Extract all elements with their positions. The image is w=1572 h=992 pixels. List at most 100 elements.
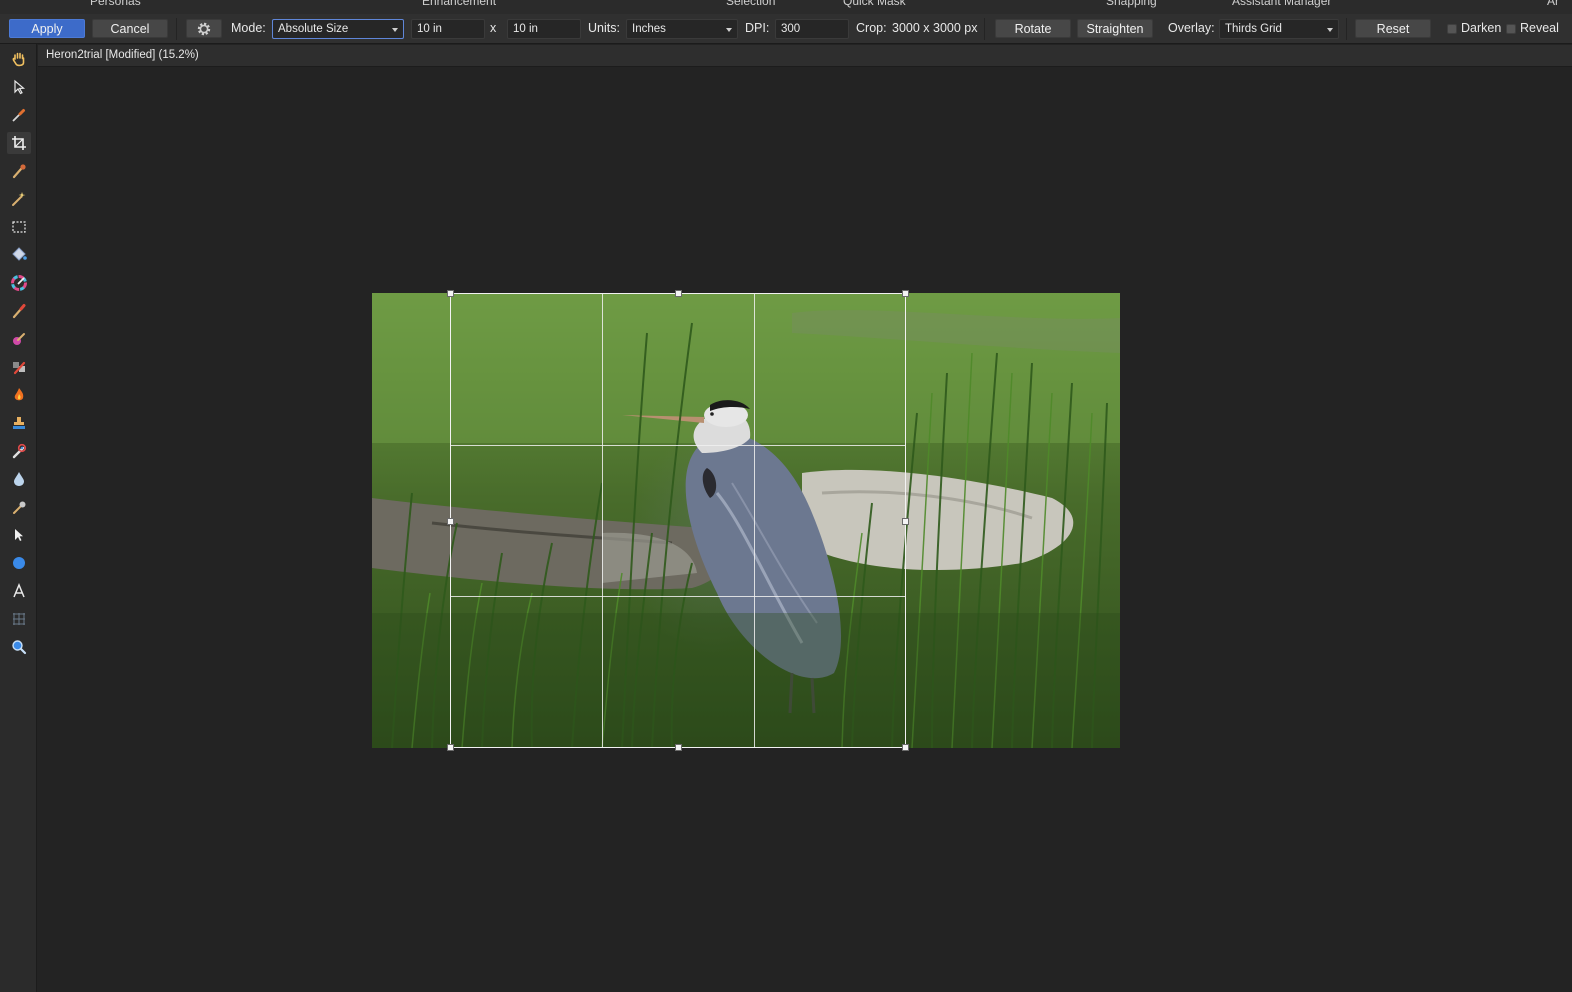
text-tool[interactable] (7, 580, 31, 602)
paintbrush-icon (12, 304, 26, 319)
node-tool[interactable] (7, 524, 31, 546)
app-window: Personas Enhancement Selection Quick Mas… (0, 0, 1572, 992)
reveal-label: Reveal (1520, 21, 1559, 35)
healing-tool[interactable] (7, 440, 31, 462)
flood-select-tool[interactable] (7, 188, 31, 210)
crop-tool[interactable] (7, 132, 31, 154)
mode-select[interactable]: Absolute Size (272, 19, 404, 39)
mode-label: Mode: (231, 21, 266, 35)
gear-icon (197, 22, 211, 36)
document-tab[interactable]: Heron2trial [Modified] (15.2%) (38, 45, 1572, 67)
crop-size-readout: 3000 x 3000 px (892, 21, 978, 35)
magnifier-icon (12, 640, 27, 655)
studio-item-ar[interactable]: Ar (1547, 0, 1559, 8)
stamp-icon (13, 417, 25, 429)
hand-icon (12, 52, 25, 67)
reveal-checkbox[interactable] (1506, 24, 1516, 34)
smudge-icon (13, 501, 26, 514)
reset-button[interactable]: Reset (1355, 19, 1431, 38)
marquee-tool[interactable] (7, 216, 31, 238)
bandage-icon (12, 443, 27, 459)
chevron-down-icon (726, 28, 732, 32)
darken-label: Darken (1461, 21, 1502, 35)
toolbar-separator (1346, 18, 1347, 40)
crop-handle-right[interactable] (902, 518, 909, 525)
color-brush-icon (13, 333, 25, 345)
crop-rectangle[interactable] (447, 290, 909, 751)
crop-handle-bottom[interactable] (675, 744, 682, 751)
mode-select-value: Absolute Size (278, 23, 349, 35)
clone-tool[interactable] (7, 412, 31, 434)
context-toolbar: Apply Cancel Mode: Absolute Size 10 in x… (0, 14, 1572, 44)
node-pointer-icon (15, 529, 23, 541)
thirds-grid-line (754, 294, 755, 747)
studio-item-snapping[interactable]: Snapping (1106, 0, 1157, 8)
mesh-warp-tool[interactable] (7, 608, 31, 630)
rotate-button[interactable]: Rotate (995, 19, 1071, 38)
flood-fill-tool[interactable] (7, 244, 31, 266)
erase-brush-tool[interactable] (7, 356, 31, 378)
crop-label: Crop: (856, 21, 887, 35)
text-icon (13, 583, 25, 598)
overlay-select-value: Thirds Grid (1225, 23, 1282, 35)
dodge-burn-tool[interactable] (7, 384, 31, 406)
crop-icon (12, 136, 26, 150)
height-field[interactable]: 10 in (507, 19, 581, 39)
ellipse-icon (13, 557, 25, 569)
toolbar-separator (176, 18, 177, 40)
studio-bar: Personas Enhancement Selection Quick Mas… (0, 0, 1572, 14)
view-tool[interactable] (7, 48, 31, 70)
crop-handle-bottom-left[interactable] (447, 744, 454, 751)
toolbar-separator (984, 18, 985, 40)
dpi-field[interactable]: 300 (775, 19, 849, 39)
color-replacement-tool[interactable] (7, 328, 31, 350)
units-label: Units: (588, 21, 620, 35)
shape-tool[interactable] (7, 552, 31, 574)
crop-handle-left[interactable] (447, 518, 454, 525)
studio-item-quick-mask[interactable]: Quick Mask (843, 0, 906, 8)
studio-item-selection[interactable]: Selection (726, 0, 775, 8)
paint-brush-tool[interactable] (7, 300, 31, 322)
crop-handle-top-left[interactable] (447, 290, 454, 297)
gradient-tool[interactable] (7, 272, 31, 294)
selection-brush-tool[interactable] (7, 160, 31, 182)
paint-bucket-icon (12, 247, 27, 261)
move-tool[interactable] (7, 76, 31, 98)
settings-button[interactable] (186, 19, 222, 38)
times-label: x (490, 21, 497, 35)
marquee-icon (12, 221, 26, 233)
crop-handle-top[interactable] (675, 290, 682, 297)
magic-wand-icon (12, 192, 26, 206)
crop-handle-bottom-right[interactable] (902, 744, 909, 751)
overlay-select[interactable]: Thirds Grid (1219, 19, 1339, 39)
darken-checkbox[interactable] (1447, 24, 1457, 34)
eyedropper-icon (12, 109, 25, 122)
cancel-button[interactable]: Cancel (92, 19, 168, 38)
document-tab-title: Heron2trial [Modified] (15.2%) (46, 49, 199, 61)
thirds-grid-line (451, 596, 905, 597)
zoom-tool[interactable] (7, 636, 31, 658)
dpi-label: DPI: (745, 21, 770, 35)
studio-item-assistant-manager[interactable]: Assistant Manager (1232, 0, 1331, 8)
studio-item-enhancement[interactable]: Enhancement (422, 0, 496, 8)
smudge-tool[interactable] (7, 496, 31, 518)
pointer-icon (14, 79, 26, 95)
studio-item-personas[interactable]: Personas (90, 0, 141, 8)
straighten-button[interactable]: Straighten (1077, 19, 1153, 38)
chevron-down-icon (392, 28, 398, 32)
units-select[interactable]: Inches (626, 19, 738, 39)
selection-brush-icon (12, 164, 26, 179)
width-field[interactable]: 10 in (411, 19, 485, 39)
canvas-area[interactable] (38, 67, 1572, 992)
color-picker-tool[interactable] (7, 104, 31, 126)
units-select-value: Inches (632, 23, 666, 35)
blur-tool[interactable] (7, 468, 31, 490)
chevron-down-icon (1327, 28, 1333, 32)
overlay-label: Overlay: (1168, 21, 1215, 35)
apply-button[interactable]: Apply (9, 19, 85, 38)
color-wheel-icon (11, 275, 27, 291)
crop-handle-top-right[interactable] (902, 290, 909, 297)
thirds-grid-line (602, 294, 603, 747)
eraser-icon (13, 361, 26, 375)
thirds-grid-line (451, 445, 905, 446)
